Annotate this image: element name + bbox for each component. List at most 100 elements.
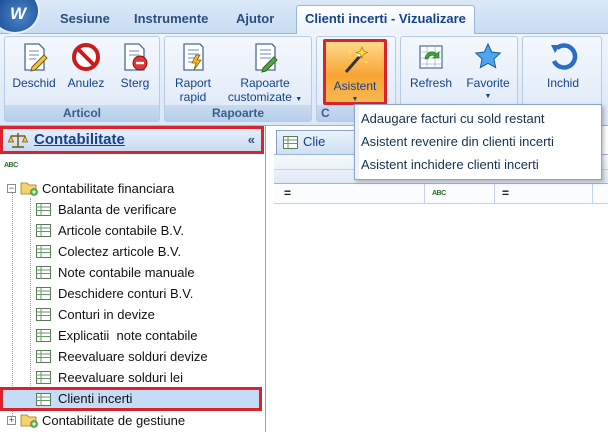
tab-sesiune[interactable]: Sesiune bbox=[54, 9, 116, 34]
tree-item-label: Articole contabile B.V. bbox=[58, 223, 184, 238]
deschid-label: Deschid bbox=[12, 76, 56, 90]
tree-item-label: Balanta de verificare bbox=[58, 202, 177, 217]
sterg-label: Sterg bbox=[120, 76, 150, 90]
edit-document-icon bbox=[24, 43, 48, 72]
refresh-label: Refresh bbox=[409, 76, 453, 90]
menu-item-asistent-revenire[interactable]: Asistent revenire din clienti incerti bbox=[361, 131, 554, 153]
column-divider bbox=[494, 184, 495, 204]
tree-item-label: Colectez articole B.V. bbox=[58, 244, 182, 259]
scales-icon bbox=[8, 133, 28, 148]
inchid-button[interactable]: Inchid bbox=[531, 41, 595, 90]
grid-filter-row: = ABC = bbox=[274, 184, 608, 204]
tree-item-reevaluare-solduri-lei[interactable]: Reevaluare solduri lei bbox=[24, 367, 262, 388]
tree-item-conturi-in-devize[interactable]: Conturi in devize bbox=[24, 304, 262, 325]
text-filter-icon[interactable]: ABC bbox=[4, 160, 22, 171]
grid-icon bbox=[36, 287, 51, 300]
tree-item-explicatii-note-contabile[interactable]: Explicatii note contabile bbox=[24, 325, 262, 346]
menu-gutter bbox=[355, 105, 359, 179]
tree-item-label: Deschidere conturi B.V. bbox=[58, 286, 194, 301]
raport-rapid-button[interactable]: Raport rapid bbox=[169, 41, 217, 104]
app-logo-icon: W bbox=[10, 4, 27, 23]
rapoarte-customizate-label-1: Rapoarte bbox=[240, 76, 290, 90]
group-label-articol: Articol bbox=[5, 105, 159, 121]
expand-icon[interactable]: + bbox=[7, 416, 16, 425]
tree-group-label: Contabilitate de gestiune bbox=[42, 413, 186, 428]
magic-wand-icon bbox=[344, 45, 369, 73]
asistent-label: Asistent bbox=[333, 79, 377, 93]
column-divider bbox=[424, 184, 425, 204]
tree-item-articole-contabile-bv[interactable]: Articole contabile B.V. bbox=[24, 220, 262, 241]
cancel-icon bbox=[72, 43, 100, 71]
ribbon-group-rapoarte: Raport rapid Rapoarte customizate ▼ Rapo… bbox=[164, 36, 312, 122]
tree-item-label: Reevaluare solduri lei bbox=[58, 370, 184, 385]
grid-icon bbox=[36, 393, 51, 406]
folder-open-icon bbox=[20, 182, 38, 196]
tab-ajutor[interactable]: Ajutor bbox=[230, 9, 280, 34]
grid-icon bbox=[36, 329, 51, 342]
filter-operator-equals[interactable]: = bbox=[284, 186, 291, 200]
anulez-label: Anulez bbox=[67, 76, 105, 90]
tree-group-contabilitate-financiara[interactable]: − Contabilitate financiara bbox=[4, 178, 262, 199]
close-arrow-icon bbox=[551, 43, 578, 70]
text-filter-icon[interactable]: ABC bbox=[432, 188, 450, 199]
delete-document-icon bbox=[124, 43, 148, 71]
favorite-button[interactable]: Favorite ▼ bbox=[461, 41, 515, 104]
tab-clienti-incerti-vizualizare[interactable]: Clienti incerti - Vizualizare bbox=[296, 5, 475, 35]
inchid-label: Inchid bbox=[546, 76, 580, 90]
grid-icon bbox=[36, 245, 51, 258]
collapse-panel-button[interactable]: « bbox=[248, 132, 255, 147]
tree-item-note-contabile-manuale[interactable]: Note contabile manuale bbox=[24, 262, 262, 283]
quick-report-icon bbox=[183, 43, 204, 71]
sterg-button[interactable]: Sterg bbox=[113, 41, 157, 90]
menu-item-asistent-inchidere[interactable]: Asistent inchidere clienti incerti bbox=[361, 154, 539, 176]
favorite-label: Favorite bbox=[466, 76, 510, 90]
grid-icon bbox=[36, 203, 51, 216]
group-label-rapoarte: Rapoarte bbox=[165, 105, 311, 121]
ribbon-group-articol: Deschid Anulez Sterg Articol bbox=[4, 36, 160, 122]
filter-operator-equals[interactable]: = bbox=[502, 186, 509, 200]
deschid-button[interactable]: Deschid bbox=[9, 41, 59, 90]
refresh-icon bbox=[419, 45, 443, 69]
raport-rapid-label-1: Raport bbox=[174, 76, 212, 90]
raport-rapid-label-2: rapid bbox=[179, 90, 207, 104]
grid-icon bbox=[36, 371, 51, 384]
refresh-button[interactable]: Refresh bbox=[405, 41, 457, 90]
grid-icon bbox=[36, 350, 51, 363]
tree-item-reevaluare-solduri-devize[interactable]: Reevaluare solduri devize bbox=[24, 346, 262, 367]
nav-filter-row: ABC bbox=[0, 154, 264, 176]
tree-group-label: Contabilitate financiara bbox=[42, 181, 175, 196]
nav-header[interactable]: Contabilitate « bbox=[0, 126, 264, 154]
app-menu-button[interactable]: W bbox=[0, 0, 40, 34]
custom-report-icon bbox=[255, 43, 278, 73]
collapse-icon[interactable]: − bbox=[7, 184, 16, 193]
tree-item-balanta-de-verificare[interactable]: Balanta de verificare bbox=[24, 199, 262, 220]
menu-item-adaugare-facturi[interactable]: Adaugare facturi cu sold restant bbox=[361, 108, 545, 130]
grid-icon bbox=[36, 266, 51, 279]
ribbon-tab-strip: W Sesiune Instrumente Ajutor Clienti inc… bbox=[0, 0, 608, 35]
tree-item-clienti-incerti[interactable]: Clienti incerti bbox=[0, 387, 262, 411]
grid-icon bbox=[36, 308, 51, 321]
tree-item-label: Clienti incerti bbox=[58, 391, 133, 406]
tree-item-deschidere-conturi-bv[interactable]: Deschidere conturi B.V. bbox=[24, 283, 262, 304]
rapoarte-customizate-button[interactable]: Rapoarte customizate ▼ bbox=[221, 41, 309, 107]
asistent-button[interactable]: Asistent ▼ bbox=[323, 39, 387, 105]
tree-item-label: Explicatii note contabile bbox=[58, 328, 198, 343]
grid-icon bbox=[283, 136, 298, 149]
tree-group-contabilitate-de-gestiune[interactable]: + Contabilitate de gestiune bbox=[4, 410, 262, 431]
folder-icon bbox=[20, 414, 38, 428]
nav-title: Contabilitate bbox=[34, 131, 125, 148]
tree-item-colectez-articole-bv[interactable]: Colectez articole B.V. bbox=[24, 241, 262, 262]
favorite-dropdown-arrow-icon: ▼ bbox=[484, 93, 492, 100]
star-icon bbox=[474, 42, 502, 69]
navigation-panel: Contabilitate « ABC − Contabilitate fina… bbox=[0, 126, 266, 432]
grid-icon bbox=[36, 224, 51, 237]
tab-instrumente[interactable]: Instrumente bbox=[128, 9, 214, 34]
asistent-dropdown-menu: Adaugare facturi cu sold restant Asisten… bbox=[354, 104, 602, 180]
tree-item-label: Conturi in devize bbox=[58, 307, 155, 322]
tree-item-label: Note contabile manuale bbox=[58, 265, 195, 280]
anulez-button[interactable]: Anulez bbox=[63, 41, 109, 90]
column-divider bbox=[592, 184, 593, 204]
document-tab-label: Clie bbox=[303, 134, 326, 149]
dropdown-arrow-icon: ▼ bbox=[295, 96, 303, 103]
tree-item-label: Reevaluare solduri devize bbox=[58, 349, 208, 364]
